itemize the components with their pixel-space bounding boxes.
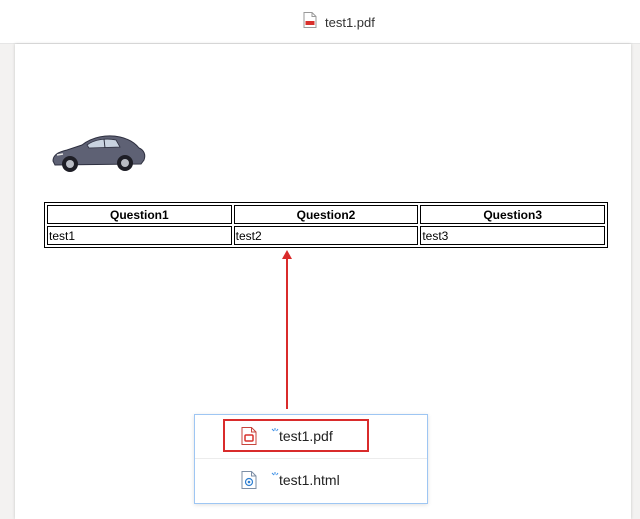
window-title: test1.pdf [325,14,375,30]
pdf-file-icon [303,12,317,32]
table-header-cell: Question3 [420,205,605,224]
table-header-cell: Question2 [233,205,419,224]
table-cell: test1 [47,226,232,245]
table-cell: test2 [233,226,419,245]
popup-item-test1-html[interactable]: test1.html [195,459,427,502]
car-image [49,128,147,180]
popup-item-test1-pdf[interactable]: test1.pdf [195,415,427,459]
table-header-cell: Question1 [47,205,232,224]
popup-item-label: test1.html [279,472,340,488]
table-header-row: Question1 Question2 Question3 [47,205,605,224]
file-picker-popup: test1.pdf test1.html [194,414,428,504]
html-file-icon [241,471,257,494]
highlight-box [223,419,369,452]
title-bar: test1.pdf [0,0,640,44]
loading-spinner-icon [271,467,279,485]
window-title-group: test1.pdf [303,12,375,32]
table-cell: test3 [420,226,605,245]
questions-table: Question1 Question2 Question3 test1 test… [44,202,608,248]
table-row: test1 test2 test3 [47,226,605,245]
